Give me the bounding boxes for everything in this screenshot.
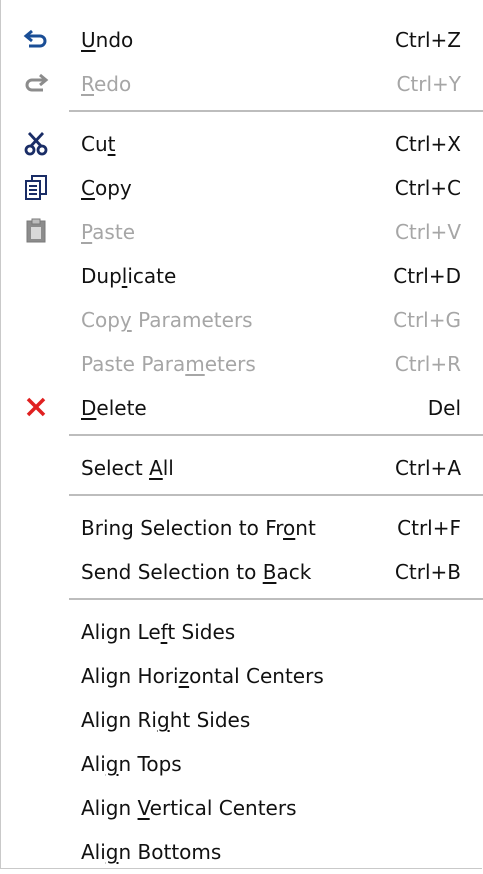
menu-item-label: Paste <box>81 220 135 244</box>
shortcut-label: Ctrl+G <box>393 308 461 332</box>
menu-item-label: Cut <box>81 132 116 156</box>
menu-item-align-vertical-centers[interactable]: Align Vertical Centers <box>1 786 481 830</box>
menu-item-label: Align Horizontal Centers <box>81 664 324 688</box>
menu-separator <box>69 494 483 496</box>
menu-item-duplicate[interactable]: Duplicate Ctrl+D <box>1 254 481 298</box>
menu-separator <box>69 110 483 112</box>
menu-item-paste-parameters[interactable]: Paste Parameters Ctrl+R <box>1 342 481 386</box>
paste-icon <box>26 218 46 243</box>
shortcut-label: Del <box>427 396 461 420</box>
shortcut-label: Ctrl+Z <box>394 28 461 52</box>
menu-item-label: Align Vertical Centers <box>81 796 297 820</box>
menu-item-align-right-sides[interactable]: Align Right Sides <box>1 698 481 742</box>
menu-item-label: Copy Parameters <box>81 308 253 332</box>
menu-item-label: Delete <box>81 396 147 420</box>
menu-item-copy-parameters[interactable]: Copy Parameters Ctrl+G <box>1 298 481 342</box>
cut-icon <box>24 132 48 156</box>
delete-icon <box>26 397 46 417</box>
menu-item-label: Align Left Sides <box>81 620 236 644</box>
menu-item-label: Align Bottoms <box>81 840 222 864</box>
menu-item-copy[interactable]: Copy Ctrl+C <box>1 166 481 210</box>
menu-item-cut[interactable]: Cut Ctrl+X <box>1 122 481 166</box>
menu-item-label: Duplicate <box>81 264 177 288</box>
menu-item-align-tops[interactable]: Align Tops <box>1 742 481 786</box>
menu-item-label: Copy <box>81 176 132 200</box>
context-menu: Undo Ctrl+Z Redo Ctrl+Y Cut Ctrl+X Copy … <box>0 0 483 869</box>
shortcut-label: Ctrl+R <box>394 352 461 376</box>
copy-icon <box>25 175 47 200</box>
menu-item-label: Undo <box>81 28 134 52</box>
menu-item-select-all[interactable]: Select All Ctrl+A <box>1 446 481 490</box>
menu-item-label: Paste Parameters <box>81 352 256 376</box>
menu-item-send-to-back[interactable]: Send Selection to Back Ctrl+B <box>1 550 481 594</box>
menu-item-label: Align Right Sides <box>81 708 251 732</box>
menu-item-align-horizontal-centers[interactable]: Align Horizontal Centers <box>1 654 481 698</box>
shortcut-label: Ctrl+Y <box>396 72 461 96</box>
redo-icon <box>25 73 49 92</box>
menu-item-label: Bring Selection to Front <box>81 516 316 540</box>
menu-item-label: Send Selection to Back <box>81 560 312 584</box>
menu-item-paste[interactable]: Paste Ctrl+V <box>1 210 481 254</box>
shortcut-label: Ctrl+B <box>394 560 461 584</box>
menu-item-label: Redo <box>81 72 132 96</box>
menu-item-undo[interactable]: Undo Ctrl+Z <box>1 18 481 62</box>
menu-item-redo[interactable]: Redo Ctrl+Y <box>1 62 481 106</box>
shortcut-label: Ctrl+D <box>393 264 461 288</box>
menu-item-label: Align Tops <box>81 752 182 776</box>
shortcut-label: Ctrl+C <box>394 176 461 200</box>
menu-item-bring-to-front[interactable]: Bring Selection to Front Ctrl+F <box>1 506 481 550</box>
shortcut-label: Ctrl+F <box>397 516 461 540</box>
shortcut-label: Ctrl+X <box>394 132 461 156</box>
menu-item-align-bottoms[interactable]: Align Bottoms <box>1 830 481 874</box>
menu-item-align-left-sides[interactable]: Align Left Sides <box>1 610 481 654</box>
shortcut-label: Ctrl+A <box>394 456 461 480</box>
menu-separator <box>69 598 483 600</box>
undo-icon <box>23 29 47 48</box>
shortcut-label: Ctrl+V <box>394 220 461 244</box>
menu-item-delete[interactable]: Delete Del <box>1 386 481 430</box>
menu-item-label: Select All <box>81 456 174 480</box>
menu-separator <box>69 434 483 436</box>
